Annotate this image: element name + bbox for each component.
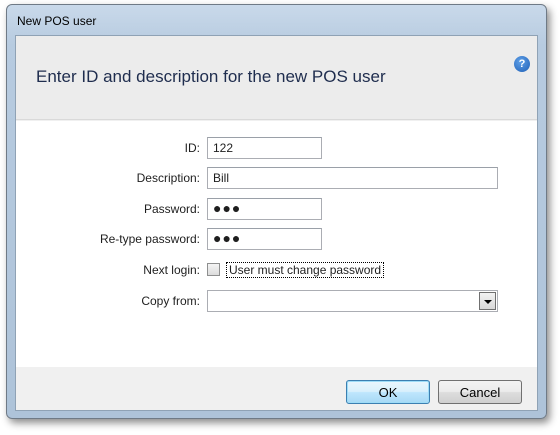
retype-password-row: Re-type password: ●●● xyxy=(16,228,537,250)
next-login-label: Next login: xyxy=(143,263,200,277)
ok-button[interactable]: OK xyxy=(346,380,430,404)
password-row: Password: ●●● xyxy=(16,198,537,220)
help-icon[interactable]: ? xyxy=(514,56,530,72)
dialog-client-area: Enter ID and description for the new POS… xyxy=(15,35,538,411)
copy-from-label: Copy from: xyxy=(141,294,200,308)
password-label: Password: xyxy=(143,202,200,216)
description-label: Description: xyxy=(136,171,200,185)
dialog-footer: OK Cancel xyxy=(16,367,537,410)
copy-from-dropdown[interactable] xyxy=(207,290,498,312)
retype-password-field[interactable]: ●●● xyxy=(207,228,322,250)
window-title: New POS user xyxy=(17,14,97,28)
must-change-password-checkbox[interactable] xyxy=(207,263,220,276)
description-row: Description: Bill xyxy=(16,167,537,189)
retype-password-label: Re-type password: xyxy=(99,232,200,246)
dialog-window: New POS user Enter ID and description fo… xyxy=(6,4,547,419)
must-change-password-label[interactable]: User must change password xyxy=(226,262,385,278)
dialog-header: Enter ID and description for the new POS… xyxy=(16,36,537,120)
cancel-button[interactable]: Cancel xyxy=(438,380,522,404)
copy-from-row: Copy from: xyxy=(16,290,537,312)
next-login-row: Next login: User must change password xyxy=(16,259,537,281)
copy-from-dropdown-button[interactable] xyxy=(479,292,496,310)
header-title: Enter ID and description for the new POS… xyxy=(36,67,386,86)
id-field[interactable]: 122 xyxy=(207,137,322,159)
description-field[interactable]: Bill xyxy=(207,167,498,189)
chevron-down-icon xyxy=(484,300,492,304)
id-row: ID: 122 xyxy=(16,137,537,159)
form-area: ID: 122 Description: Bill Password: ●●● … xyxy=(16,121,537,367)
id-label: ID: xyxy=(184,141,200,155)
password-field[interactable]: ●●● xyxy=(207,198,322,220)
